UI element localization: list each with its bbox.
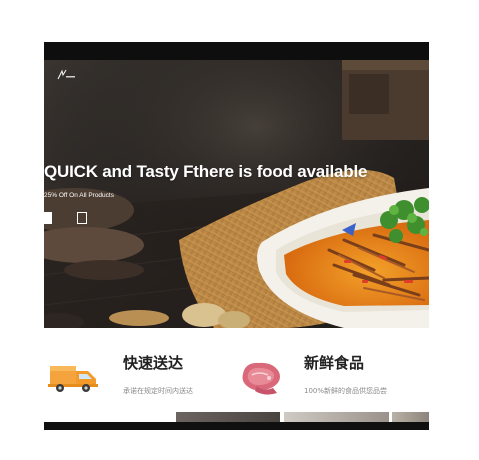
delivery-truck-icon (48, 366, 98, 392)
bottom-bar (44, 422, 429, 430)
thumbnail-image[interactable] (176, 412, 280, 422)
hero-subtitle: 25% Off On All Products (44, 192, 114, 199)
hero-banner: QUICK and Tasty Fthere is food available… (44, 60, 429, 328)
feature-title: 快速送达 (123, 354, 184, 372)
page-frame: QUICK and Tasty Fthere is food available… (44, 42, 429, 430)
fresh-meat-icon (242, 362, 280, 395)
hero-secondary-button[interactable] (77, 212, 87, 224)
hero-title: QUICK and Tasty Fthere is food available (44, 162, 368, 181)
hero-primary-button[interactable] (44, 212, 52, 224)
feature-description: 承诺在规定时间内送达 (123, 387, 193, 395)
brand-logo[interactable] (54, 68, 76, 82)
thumbnail-image[interactable] (284, 412, 389, 422)
feature-description: 100%新鲜的食品供您品尝 (304, 387, 388, 395)
thumbnail-image[interactable] (392, 412, 429, 422)
top-bar (44, 42, 429, 60)
feature-title: 新鲜食品 (304, 354, 365, 372)
